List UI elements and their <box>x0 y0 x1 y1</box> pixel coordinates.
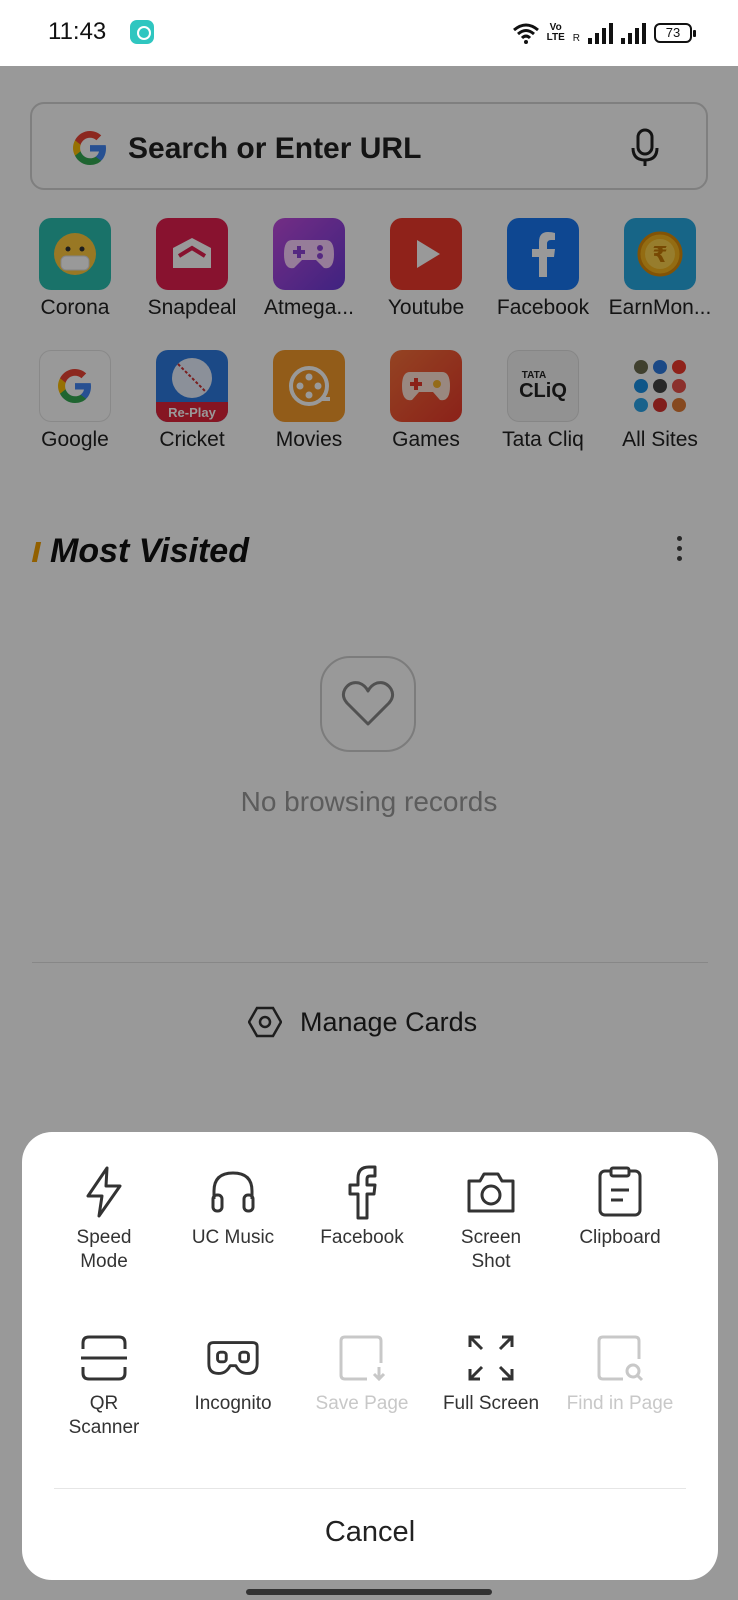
tool-save-page[interactable]: Save Page <box>297 1330 427 1416</box>
incognito-mask-icon <box>205 1330 261 1386</box>
tools-bottom-sheet: Speed Mode UC Music Facebook Screen Shot C… <box>22 1132 718 1580</box>
tool-full-screen[interactable]: Full Screen <box>426 1330 556 1416</box>
tool-label: Screen Shot <box>460 1227 522 1272</box>
tool-facebook[interactable]: Facebook <box>297 1164 427 1250</box>
roaming-indicator: R <box>572 32 580 44</box>
volte-line2: LTE <box>546 32 565 43</box>
wifi-icon <box>512 23 539 44</box>
tool-label: Speed Mode <box>76 1227 132 1272</box>
clipboard-icon <box>592 1164 648 1220</box>
battery-icon: 73 <box>654 23 696 43</box>
camera-icon <box>463 1164 519 1220</box>
tool-label: UC Music <box>191 1227 275 1248</box>
save-page-icon <box>334 1330 390 1386</box>
tool-qr-scanner[interactable]: QR Scanner <box>39 1330 169 1440</box>
tool-screen-shot[interactable]: Screen Shot <box>426 1164 556 1274</box>
cancel-button[interactable]: Cancel <box>22 1504 718 1560</box>
volte-indicator: Vo LTE <box>547 23 565 43</box>
tool-label: Full Screen <box>442 1393 540 1414</box>
find-in-page-icon <box>592 1330 648 1386</box>
tool-uc-music[interactable]: UC Music <box>168 1164 298 1250</box>
headphones-icon <box>205 1164 261 1220</box>
home-indicator[interactable] <box>246 1589 492 1595</box>
status-indicators: Vo LTE R 73 <box>512 18 696 48</box>
notification-app-icon <box>130 20 154 44</box>
facebook-outline-icon <box>334 1164 390 1220</box>
status-bar: 11:43 Vo LTE R 73 <box>0 0 738 66</box>
signal-icon-sim1 <box>588 22 613 44</box>
tool-label: Incognito <box>194 1393 272 1414</box>
tool-label: Facebook <box>320 1227 404 1248</box>
tool-label: Find in Page <box>566 1393 674 1414</box>
tool-find-in-page[interactable]: Find in Page <box>555 1330 685 1416</box>
lightning-icon <box>76 1164 132 1220</box>
tool-label: QR Scanner <box>68 1393 140 1438</box>
status-time: 11:43 <box>48 18 107 45</box>
tool-label: Save Page <box>315 1393 409 1414</box>
tool-clipboard[interactable]: Clipboard <box>555 1164 685 1250</box>
fullscreen-icon <box>463 1330 519 1386</box>
sheet-divider <box>54 1488 686 1489</box>
tool-label: Clipboard <box>579 1227 661 1248</box>
signal-icon-sim2 <box>621 22 646 44</box>
tool-speed-mode[interactable]: Speed Mode <box>39 1164 169 1274</box>
qr-scan-icon <box>76 1330 132 1386</box>
tool-incognito[interactable]: Incognito <box>168 1330 298 1416</box>
